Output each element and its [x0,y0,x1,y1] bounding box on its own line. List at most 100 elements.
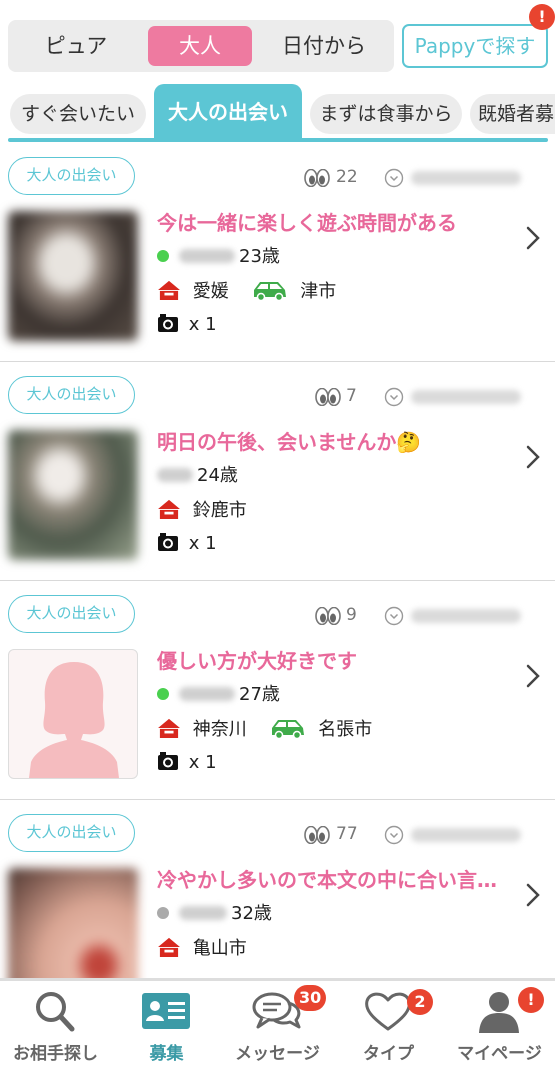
post-category-tag: 大人の出会い [8,157,135,195]
tab-married[interactable]: 既婚者募 [470,94,555,134]
home-area: 愛媛 [192,281,229,302]
heart-icon [365,992,411,1031]
nav-search[interactable]: お相手探し [0,981,111,1068]
nav-label: マイページ [457,1044,542,1064]
post-date-blurred [411,171,521,185]
nav-mypage[interactable]: ! マイページ [444,981,555,1068]
post-date-blurred [411,390,521,404]
house-icon [157,499,181,519]
photo-count-row: x 1 [157,751,217,775]
bottom-nav: お相手探し 募集 30 メッセージ 2 タイプ ! マイページ [0,978,555,1068]
chevron-right-icon[interactable] [525,882,541,908]
segment-adult[interactable]: 大人 [148,26,252,66]
avatar-photo[interactable] [8,430,138,560]
offline-status-dot [157,906,169,919]
online-status-dot [157,249,169,262]
online-status-dot [157,687,169,700]
post-date-blurred [411,828,521,842]
photo-count: x 1 [188,752,217,773]
profile-row: 27歳 [157,683,280,707]
likes-count-badge: 2 [407,989,433,1015]
view-count: 7 [346,386,357,406]
post-title: 今は一緒に楽しく遊ぶ時間がある [157,211,457,235]
age: 23歳 [239,246,280,267]
post-category-tag: 大人の出会い [8,595,135,633]
car-icon [270,717,306,739]
nav-label: 募集 [149,1044,184,1064]
photo-count: x 1 [188,533,217,554]
age: 27歳 [239,684,280,705]
profile-card-icon [142,993,190,1029]
mypage-alert-badge: ! [518,987,544,1013]
location-row: 愛媛 津市 [157,280,336,304]
pappy-search-button[interactable]: Pappyで探す [402,24,548,68]
chevron-right-icon[interactable] [525,225,541,251]
view-count: 77 [336,824,358,844]
post-item[interactable]: 大人の出会い 22 今は一緒に楽しく遊ぶ時間がある 23歳 愛媛 津市 x 1 [0,143,555,362]
post-item[interactable]: 大人の出会い 9 優しい方が大好きです 27歳 神奈川 名張市 x 1 [0,581,555,800]
clock-icon [384,387,404,407]
chevron-right-icon[interactable] [525,663,541,689]
car-icon [252,279,288,301]
tab-adult-meeting[interactable]: 大人の出会い [154,84,302,140]
home-area: 神奈川 [192,719,247,740]
nav-messages[interactable]: 30 メッセージ [222,981,333,1068]
camera-icon [157,751,179,771]
avatar-photo[interactable] [8,211,138,341]
clock-icon [384,168,404,188]
post-title: 明日の午後、会いませんか🤔 [157,430,422,454]
unread-count-badge: 30 [294,985,327,1011]
meeting-area: 津市 [300,281,337,302]
top-bar: ピュア 大人 日付から Pappyで探す ! [0,0,555,84]
post-date-blurred [411,609,521,623]
house-icon [157,937,181,957]
username-blurred [179,248,235,263]
eyes-icon [315,388,341,406]
default-avatar[interactable] [8,649,138,779]
location-row: 亀山市 [157,937,247,961]
segment-pure[interactable]: ピュア [8,26,144,66]
eyes-icon [315,607,341,625]
post-item[interactable]: 大人の出会い 7 明日の午後、会いませんか🤔 24歳 鈴鹿市 x 1 [0,362,555,581]
home-area: 鈴鹿市 [192,500,247,521]
clock-icon [384,606,404,626]
search-icon [36,992,75,1032]
username-blurred [179,686,235,701]
camera-icon [157,313,179,333]
post-category-tag: 大人の出会い [8,814,135,852]
location-row: 鈴鹿市 [157,499,247,523]
home-area: 亀山市 [192,938,247,959]
chevron-right-icon[interactable] [525,444,541,470]
eyes-icon [304,169,330,187]
photo-count: x 1 [188,314,217,335]
photo-count-row: x 1 [157,532,217,556]
tab-start-with-meal[interactable]: まずは食事から [310,94,462,134]
location-row: 神奈川 名張市 [157,718,372,742]
tab-bar: すぐ会いたい 大人の出会い まずは食事から 既婚者募 [0,84,555,142]
nav-type[interactable]: 2 タイプ [333,981,444,1068]
nav-label: タイプ [363,1044,414,1064]
profile-row: 24歳 [157,464,238,488]
tab-underline [8,138,548,142]
woman-silhouette-icon [29,662,119,778]
view-count: 9 [346,605,357,625]
tab-want-to-meet-now[interactable]: すぐ会いたい [10,94,146,134]
post-category-tag: 大人の出会い [8,376,135,414]
view-count: 22 [336,167,358,187]
nav-recruit[interactable]: 募集 [111,981,222,1068]
post-title: 優しい方が大好きです [157,649,357,673]
profile-row: 32歳 [157,902,272,926]
post-title: 冷やかし多いので本文の中に合い言… [157,868,497,892]
username-blurred [179,905,227,920]
pappy-alert-badge: ! [529,4,555,30]
nav-label: メッセージ [235,1044,320,1064]
user-icon [479,992,519,1033]
eyes-icon [304,826,330,844]
category-segment: ピュア 大人 日付から [8,20,394,72]
nav-label: お相手探し [13,1044,98,1064]
profile-row: 23歳 [157,245,280,269]
age: 32歳 [231,903,272,924]
house-icon [157,718,181,738]
segment-by-date[interactable]: 日付から [256,26,392,66]
age: 24歳 [197,465,238,486]
